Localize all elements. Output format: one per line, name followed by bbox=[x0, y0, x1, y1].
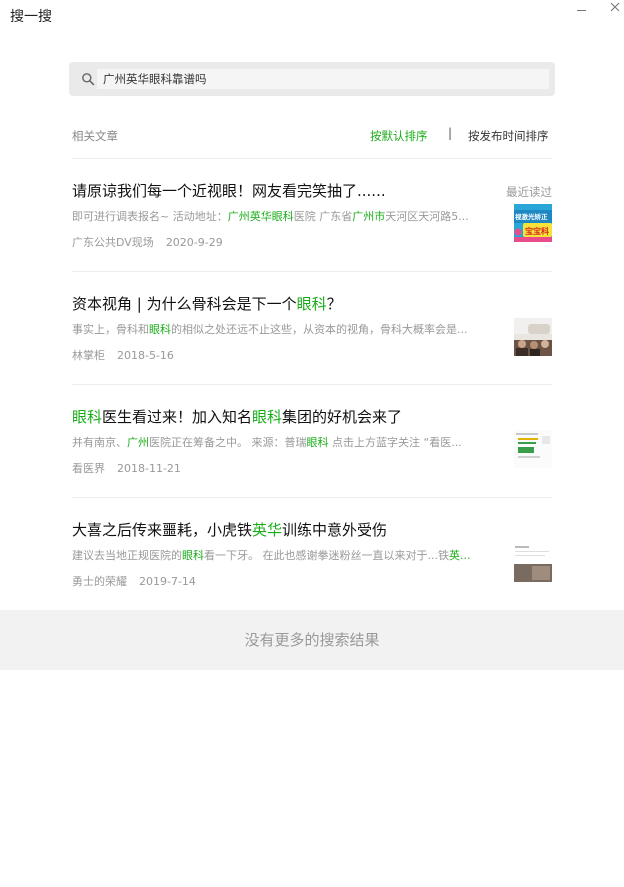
keyword-highlight: 眼科 bbox=[72, 408, 103, 426]
result-thumbnail[interactable] bbox=[514, 430, 552, 468]
search-icon bbox=[82, 73, 95, 86]
text-segment: 医生看过来！加入知名 bbox=[102, 408, 253, 426]
keyword-highlight: 眼科 bbox=[149, 323, 171, 336]
text-segment: 训练中意外受伤 bbox=[282, 521, 388, 539]
keyword-highlight: 眼科 bbox=[252, 408, 283, 426]
keyword-highlight: 广州 bbox=[127, 436, 149, 449]
keyword-highlight: 眼科 bbox=[306, 436, 329, 449]
text-segment: 天河区天河路5... bbox=[385, 210, 469, 223]
result-meta: 林掌柜 2018-5-16 bbox=[72, 347, 174, 363]
thumb-text: 宝宝科 bbox=[525, 226, 549, 236]
result-title[interactable]: 资本视角 | 为什么骨科会是下一个眼科？ bbox=[72, 293, 502, 314]
result-date: 2020-9-29 bbox=[165, 236, 223, 249]
text-segment: 医院 广东省 bbox=[293, 210, 353, 223]
search-box[interactable] bbox=[69, 62, 555, 96]
text-segment: ？ bbox=[326, 295, 342, 313]
result-item[interactable]: 请原谅我们每一个近视眼！网友看完笑抽了...... 最近读过 即可进行调表报名~… bbox=[72, 159, 552, 272]
result-source[interactable]: 看医界 bbox=[72, 462, 105, 475]
close-icon[interactable] bbox=[603, 0, 624, 20]
result-snippet: 事实上，骨科和眼科的相似之处还远不止这些，从资本的视角，骨科大概率会是... bbox=[72, 321, 502, 337]
result-item[interactable]: 资本视角 | 为什么骨科会是下一个眼科？ 事实上，骨科和眼科的相似之处还远不止这… bbox=[72, 272, 552, 385]
no-more-results: 没有更多的搜索结果 bbox=[0, 610, 624, 670]
result-thumbnail[interactable] bbox=[514, 318, 552, 356]
result-title[interactable]: 眼科医生看过来！加入知名眼科集团的好机会来了 bbox=[72, 406, 502, 427]
text-segment: 看一下牙。 在此也感谢拳迷粉丝一直以来对于...铁 bbox=[204, 549, 449, 562]
text-segment: 资本视角 | 为什么骨科会是下一个 bbox=[72, 295, 297, 313]
result-item[interactable]: 大喜之后传来噩耗，小虎铁英华训练中意外受伤 建议去当地正规医院的眼科看一下牙。 … bbox=[72, 498, 552, 610]
section-label: 相关文章 bbox=[72, 129, 118, 143]
text-segment: 大喜之后传来噩耗，小虎铁 bbox=[72, 521, 253, 539]
sort-default-button[interactable]: 按默认排序 bbox=[370, 128, 428, 144]
keyword-highlight: 广州市 bbox=[352, 210, 386, 223]
result-source[interactable]: 林掌柜 bbox=[72, 349, 105, 362]
result-thumbnail[interactable]: 视激光矫正 宝宝科 bbox=[514, 204, 552, 242]
keyword-highlight: 广州英华眼科 bbox=[227, 210, 294, 223]
text-segment: 集团的好机会来了 bbox=[282, 408, 403, 426]
result-snippet: 并有南京、广州医院正在筹备之中。 来源：普瑞眼科 点击上方蓝字关注 “看医... bbox=[72, 434, 502, 450]
result-title[interactable]: 大喜之后传来噩耗，小虎铁英华训练中意外受伤 bbox=[72, 519, 502, 540]
window-title: 搜一搜 bbox=[10, 9, 52, 25]
result-meta: 广东公共DV现场 2020-9-29 bbox=[72, 234, 223, 250]
sort-time-button[interactable]: 按发布时间排序 bbox=[468, 128, 549, 144]
result-date: 2018-5-16 bbox=[117, 349, 174, 362]
text-segment: 医院正在筹备之中。 来源：普瑞 bbox=[149, 436, 307, 449]
recently-read-badge: 最近读过 bbox=[506, 185, 552, 199]
title-bar: 搜一搜 bbox=[0, 0, 624, 34]
result-date: 2019-7-14 bbox=[139, 575, 196, 588]
text-segment: 的相似之处还远不止这些，从资本的视角，骨科大概率会是... bbox=[171, 323, 468, 336]
result-snippet: 即可进行调表报名~ 活动地址：广州英华眼科医院 广东省广州市天河区天河路5... bbox=[72, 208, 502, 224]
text-segment: 并有南京、 bbox=[72, 436, 127, 449]
minimize-icon[interactable] bbox=[569, 0, 593, 20]
text-segment: 点击上方蓝字关注 “看医... bbox=[328, 436, 462, 449]
result-snippet: 建议去当地正规医院的眼科看一下牙。 在此也感谢拳迷粉丝一直以来对于...铁英..… bbox=[72, 547, 502, 563]
keyword-highlight: 英... bbox=[449, 549, 471, 562]
result-meta: 勇士的荣耀 2019-7-14 bbox=[72, 573, 196, 589]
text-segment: 事实上，骨科和 bbox=[72, 323, 149, 336]
text-segment: 即可进行调表报名~ 活动地址： bbox=[72, 210, 228, 223]
result-source[interactable]: 广东公共DV现场 bbox=[72, 236, 154, 249]
keyword-highlight: 眼科 bbox=[182, 549, 204, 562]
result-title[interactable]: 请原谅我们每一个近视眼！网友看完笑抽了...... bbox=[72, 180, 502, 201]
sort-divider: | bbox=[448, 126, 453, 140]
thumb-text: 视激光矫正 bbox=[515, 212, 548, 221]
keyword-highlight: 眼科 bbox=[296, 295, 327, 313]
result-thumbnail[interactable] bbox=[514, 544, 552, 582]
keyword-highlight: 英华 bbox=[252, 521, 283, 539]
results-list: 请原谅我们每一个近视眼！网友看完笑抽了...... 最近读过 即可进行调表报名~… bbox=[72, 159, 552, 610]
result-source[interactable]: 勇士的荣耀 bbox=[72, 575, 127, 588]
result-item[interactable]: 眼科医生看过来！加入知名眼科集团的好机会来了 并有南京、广州医院正在筹备之中。 … bbox=[72, 385, 552, 498]
text-segment: 请原谅我们每一个近视眼！网友看完笑抽了...... bbox=[72, 182, 386, 200]
search-input[interactable] bbox=[97, 69, 549, 89]
result-meta: 看医界 2018-11-21 bbox=[72, 460, 181, 476]
text-segment: 建议去当地正规医院的 bbox=[72, 549, 182, 562]
result-date: 2018-11-21 bbox=[117, 462, 181, 475]
